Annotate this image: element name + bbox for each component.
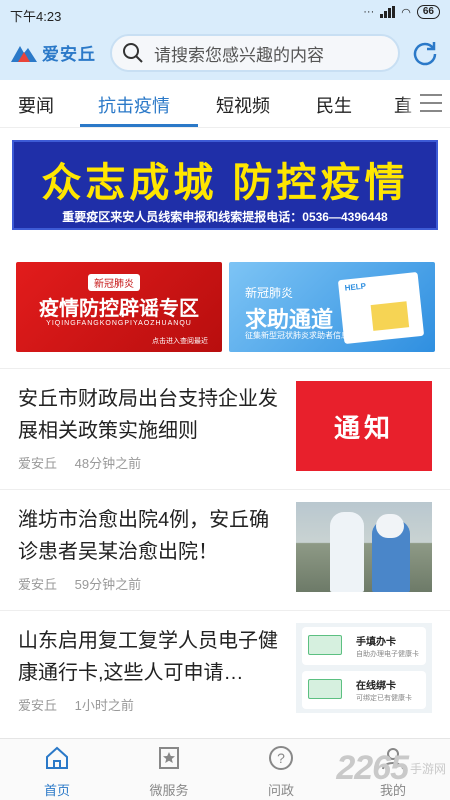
tab-minsheng[interactable]: 民生 [316,92,352,118]
card-icon [308,679,342,699]
signal-icon [380,6,396,18]
news-item[interactable]: 潍坊市治愈出院4例，安丘确诊患者吴某治愈出院！ 爱安丘 59分钟之前 [0,489,450,607]
question-icon: ? [269,746,293,770]
app-logo[interactable]: 爱安丘 [10,40,96,65]
promo-small-text: 点击进入查阅最近 [152,338,208,345]
wifi-icon: ◠ [401,6,411,19]
help-label: HELP [344,281,367,293]
app-header: 爱安丘 请搜索您感兴趣的内容 [0,30,450,76]
banner-title: 众志成城 防控疫情 [41,161,409,205]
status-bar: 下午4:23 ··· ◠ 66 [0,0,450,28]
watermark-number: 2265 [336,749,409,787]
news-time: 48分钟之前 [74,456,142,471]
promo-small-text: 征集新型冠状肺炎求助者信息 [245,331,349,340]
news-title: 安丘市财政局出台支持企业发展相关政策实施细则 [18,388,278,442]
news-meta: 爱安丘 48分钟之前 [18,453,155,472]
news-source: 爱安丘 [18,456,58,471]
news-source: 爱安丘 [18,577,58,592]
help-channel-banner[interactable]: 新冠肺炎 求助通道 征集新型冠状肺炎求助者信息 HELP [229,262,435,352]
banner-subtitle: 重要疫区来安人员线索申报和线索提报电话：0536—4396448 [62,210,388,224]
status-icons: ··· ◠ 66 [363,5,440,19]
main-banner[interactable]: 众志成城 防控疫情 重要疫区来安人员线索申报和线索提报电话：0536—43964… [12,140,438,230]
card-desc: 自助办理电子健康卡 [356,651,419,658]
health-card-thumbnail: 手填办卡 自助办理电子健康卡 在线绑卡 可绑定已有健康卡 [296,623,432,713]
news-time: 59分钟之前 [74,577,142,592]
promo-tag: 新冠肺炎 [245,286,294,300]
battery-icon: 66 [416,5,440,19]
news-item[interactable]: 安丘市财政局出台支持企业发展相关政策实施细则 爱安丘 48分钟之前 通知 [0,368,450,486]
status-time: 下午4:23 [10,9,62,24]
bottom-nav: 首页 微服务 ? 问政 我的 2265 手游网 [0,738,450,800]
search-placeholder: 请搜索您感兴趣的内容 [154,45,324,65]
tab-yaowen[interactable]: 要闻 [18,92,54,118]
nav-home[interactable]: 首页 [22,745,92,799]
nav-micro-service[interactable]: 微服务 [134,745,204,799]
nav-label: 微服务 [149,783,189,798]
rumor-zone-banner[interactable]: 新冠肺炎 疫情防控辟谣专区 YIQINGFANGKONGPIYAOZHUANQU… [16,262,222,352]
news-title: 山东启用复工复学人员电子健康通行卡,这些人可申请… [18,630,278,684]
channel-tabs: 要闻 抗击疫情 短视频 民生 直 [0,80,450,128]
home-icon [46,746,68,769]
nav-label: 首页 [43,783,70,798]
card-icon [308,635,342,655]
search-icon [123,43,143,63]
notice-thumbnail: 通知 [296,381,432,471]
help-card-image: HELP [337,271,425,345]
watermark-suffix: 手游网 [409,762,446,776]
active-tab-indicator [80,124,198,127]
alarm-icon: ··· [363,6,375,18]
nav-wenzheng[interactable]: ? 问政 [246,745,316,799]
menu-icon[interactable] [420,94,442,112]
promo-tag: 新冠肺炎 [88,274,140,291]
svg-text:?: ? [277,750,285,766]
logo-icon [11,45,37,62]
news-item[interactable]: 山东启用复工复学人员电子健康通行卡,这些人可申请… 爱安丘 1小时之前 手填办卡… [0,610,450,728]
news-time: 1小时之前 [74,698,134,713]
promo-title: 疫情防控辟谣专区 [39,298,199,320]
nav-label: 问政 [267,783,294,798]
promo-pinyin: YIQINGFANGKONGPIYAOZHUANQU [46,320,192,327]
card-label: 手填办卡 [356,637,396,648]
medical-staff-photo [296,502,432,592]
tab-duan-shipin[interactable]: 短视频 [216,92,270,118]
card-desc: 可绑定已有健康卡 [356,695,412,702]
refresh-icon[interactable] [412,40,438,66]
top-bar: 下午4:23 ··· ◠ 66 爱安丘 请搜索您感兴趣的内容 [0,0,450,80]
news-title: 潍坊市治愈出院4例，安丘确诊患者吴某治愈出院！ [18,509,270,563]
card-label: 在线绑卡 [356,681,396,692]
watermark: 2265 手游网 [336,749,446,788]
search-input[interactable]: 请搜索您感兴趣的内容 [110,34,400,72]
news-meta: 爱安丘 1小时之前 [18,695,148,714]
star-bookmark-icon [159,747,179,769]
news-meta: 爱安丘 59分钟之前 [18,574,155,593]
news-source: 爱安丘 [18,698,58,713]
app-name: 爱安丘 [42,45,96,64]
tab-kangji-yiqing[interactable]: 抗击疫情 [98,92,170,118]
